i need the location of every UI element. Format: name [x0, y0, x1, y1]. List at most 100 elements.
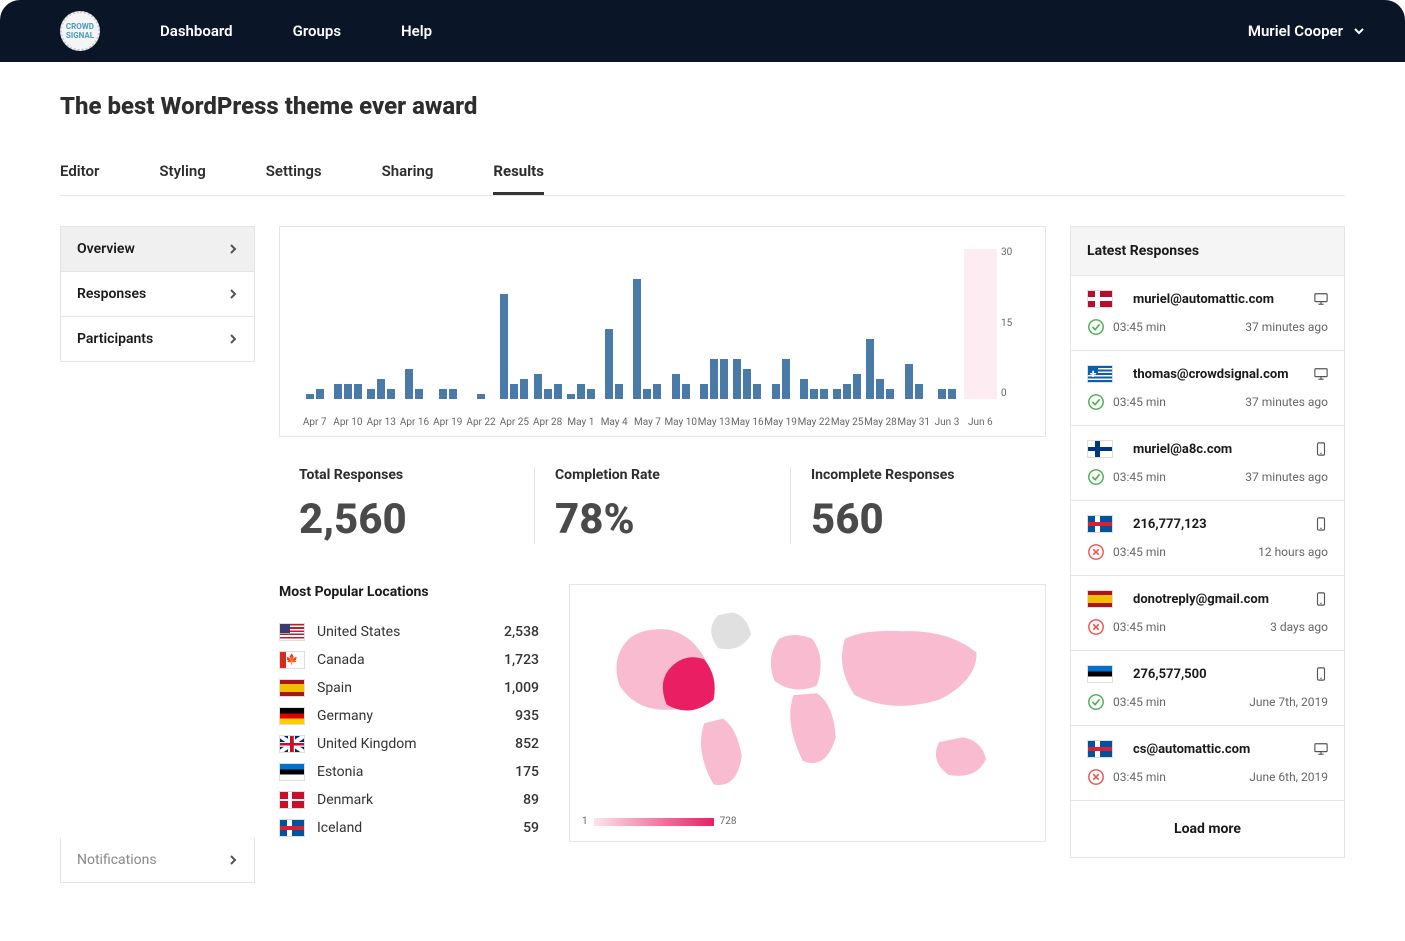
response-time-ago: 37 minutes ago	[1245, 320, 1328, 334]
tabs: Editor Styling Settings Sharing Results	[60, 150, 1345, 196]
bar-group[interactable]	[930, 249, 963, 399]
flag-icon	[1087, 740, 1113, 758]
location-name: Spain	[317, 680, 504, 696]
legend-min: 1	[582, 816, 588, 827]
response-time-ago: 37 minutes ago	[1245, 395, 1328, 409]
x-tick: May 10	[664, 417, 697, 428]
sidebar-item-responses[interactable]: Responses	[61, 272, 254, 317]
x-tick: Apr 19	[431, 417, 464, 428]
bar-group[interactable]	[531, 249, 564, 399]
bar	[653, 384, 661, 399]
topbar: CROWDSIGNAL Dashboard Groups Help Muriel…	[0, 0, 1405, 62]
response-item[interactable]: muriel@a8c.com 03:45 min 37 minutes ago	[1071, 426, 1344, 501]
bar-group[interactable]	[298, 249, 331, 399]
response-item[interactable]: cs@automattic.com 03:45 min June 6th, 20…	[1071, 726, 1344, 801]
response-item[interactable]: thomas@crowdsignal.com 03:45 min 37 minu…	[1071, 351, 1344, 426]
location-name: Iceland	[317, 820, 523, 836]
nav-dashboard[interactable]: Dashboard	[160, 22, 233, 40]
location-name: Canada	[317, 652, 504, 668]
bar	[615, 384, 623, 399]
bar-group[interactable]	[797, 249, 830, 399]
sidebar-item-participants[interactable]: Participants	[61, 317, 254, 361]
response-item[interactable]: 276,577,500 03:45 min June 7th, 2019	[1071, 651, 1344, 726]
bar	[633, 279, 641, 399]
bar	[800, 379, 808, 399]
bar	[743, 369, 751, 399]
flag-icon	[279, 819, 305, 837]
bar-group[interactable]	[498, 249, 531, 399]
tab-styling[interactable]: Styling	[159, 150, 205, 195]
chevron-right-icon	[228, 244, 238, 254]
x-tick: May 31	[897, 417, 930, 428]
bar	[439, 389, 447, 399]
tab-results[interactable]: Results	[493, 150, 544, 195]
response-duration: 03:45 min	[1113, 470, 1166, 484]
location-row[interactable]: United States 2,538	[279, 618, 539, 646]
bar-group[interactable]	[598, 249, 631, 399]
notifications-label: Notifications	[77, 852, 157, 868]
bar-group[interactable]	[864, 249, 897, 399]
location-row[interactable]: Spain 1,009	[279, 674, 539, 702]
load-more-button[interactable]: Load more	[1071, 801, 1344, 857]
bar	[672, 374, 680, 399]
location-row[interactable]: Iceland 59	[279, 814, 539, 842]
nav-help[interactable]: Help	[401, 22, 432, 40]
bar-group[interactable]	[398, 249, 431, 399]
location-name: Germany	[317, 708, 515, 724]
bar	[915, 384, 923, 399]
location-row[interactable]: Germany 935	[279, 702, 539, 730]
flag-icon	[279, 735, 305, 753]
response-duration: 03:45 min	[1113, 545, 1166, 559]
response-duration: 03:45 min	[1113, 320, 1166, 334]
check-circle-icon	[1087, 468, 1105, 486]
logo[interactable]: CROWDSIGNAL	[60, 11, 100, 51]
legend-max: 728	[720, 816, 737, 827]
response-item[interactable]: 216,777,123 03:45 min 12 hours ago	[1071, 501, 1344, 576]
response-item[interactable]: donotreply@gmail.com 03:45 min 3 days ag…	[1071, 576, 1344, 651]
location-row[interactable]: Estonia 175	[279, 758, 539, 786]
bar	[833, 389, 841, 399]
flag-icon	[279, 763, 305, 781]
location-row[interactable]: Canada 1,723	[279, 646, 539, 674]
location-row[interactable]: Denmark 89	[279, 786, 539, 814]
nav-groups[interactable]: Groups	[293, 22, 341, 40]
user-menu[interactable]: Muriel Cooper	[1248, 22, 1365, 40]
bar-group[interactable]	[697, 249, 730, 399]
response-email: muriel@a8c.com	[1133, 442, 1306, 457]
response-time-ago: June 6th, 2019	[1249, 770, 1328, 784]
bar-group[interactable]	[564, 249, 597, 399]
sidebar: Overview Responses Participants	[60, 226, 255, 362]
chevron-right-icon	[228, 289, 238, 299]
bar-group[interactable]	[464, 249, 497, 399]
notifications-button[interactable]: Notifications	[60, 838, 255, 883]
x-tick: Apr 22	[464, 417, 497, 428]
bar-group[interactable]	[631, 249, 664, 399]
response-email: thomas@crowdsignal.com	[1133, 367, 1306, 382]
bar-group[interactable]	[431, 249, 464, 399]
bar	[554, 384, 562, 399]
location-value: 852	[515, 736, 539, 752]
response-item[interactable]: muriel@automattic.com 03:45 min 37 minut…	[1071, 276, 1344, 351]
bar-group[interactable]	[664, 249, 697, 399]
bar-group[interactable]	[365, 249, 398, 399]
tab-sharing[interactable]: Sharing	[382, 150, 434, 195]
x-tick: Apr 7	[298, 417, 331, 428]
location-row[interactable]: United Kingdom 852	[279, 730, 539, 758]
check-circle-icon	[1087, 393, 1105, 411]
tab-editor[interactable]: Editor	[60, 150, 99, 195]
bar-group[interactable]	[331, 249, 364, 399]
bar-group[interactable]	[897, 249, 930, 399]
bar	[782, 359, 790, 399]
bar-group[interactable]	[964, 249, 997, 399]
mobile-icon	[1314, 667, 1328, 681]
stat-value: 78%	[555, 495, 770, 544]
bar-group[interactable]	[831, 249, 864, 399]
tab-settings[interactable]: Settings	[266, 150, 322, 195]
bar-group[interactable]	[731, 249, 764, 399]
bar	[377, 379, 385, 399]
bar	[306, 394, 314, 399]
bar	[500, 294, 508, 399]
bar-group[interactable]	[764, 249, 797, 399]
x-tick: Apr 16	[398, 417, 431, 428]
sidebar-item-overview[interactable]: Overview	[61, 227, 254, 272]
